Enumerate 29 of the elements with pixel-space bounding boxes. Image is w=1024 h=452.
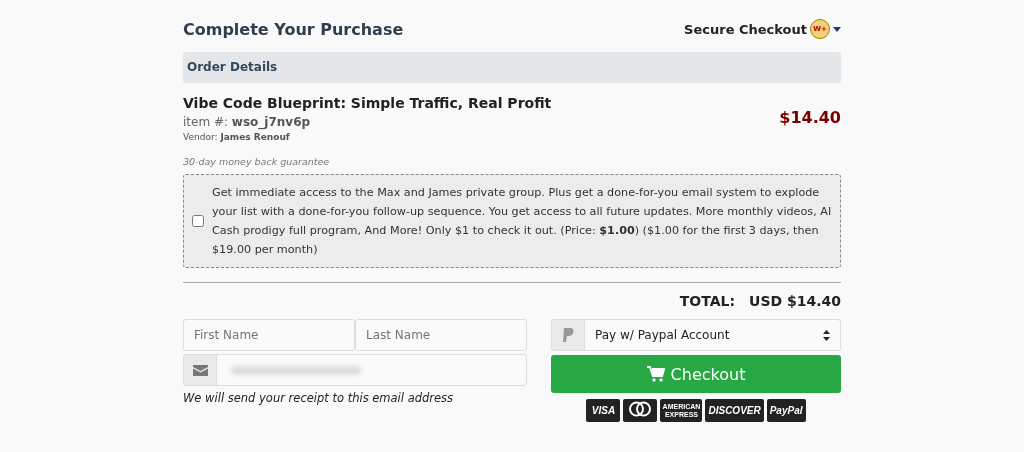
guarantee-note: 30-day money back guarantee — [183, 156, 331, 167]
total-label: TOTAL: — [679, 293, 735, 309]
checkout-button[interactable]: Checkout — [551, 355, 841, 393]
product-name: Vibe Code Blueprint: Simple Traffic, Real Profit — [183, 94, 552, 113]
cart-icon — [646, 366, 665, 382]
price: $14.40 — [779, 108, 841, 127]
envelope-icon — [192, 364, 208, 376]
last-name-field[interactable]: Last Name — [355, 319, 527, 351]
item-id: wso_j7nv6p — [231, 115, 311, 129]
vendor-label: Vendor: — [183, 132, 218, 142]
upsell-checkbox[interactable] — [192, 215, 204, 227]
select-arrows-icon[interactable] — [823, 329, 830, 341]
payment-select[interactable]: Pay w/ Paypal Account — [551, 319, 841, 351]
total-value: USD $14.40 — [749, 293, 841, 309]
card-logo: DISCOVER — [705, 399, 764, 422]
secure-label: Secure Checkout — [684, 21, 807, 37]
upsell-text: Get immediate access to the Max and James private group. Plus get a done-for-you email system to explode your list with a done-for-you follow-up sequence. You get access to all future updates. More monthly videos, AI Cash prodigy full program, And More! Only $1 to check it out. (Price: $1.00) ($1.00 for the first 3 days, then $19.00 per month) — [212, 185, 833, 258]
email-note: We will send your receipt to this email address — [183, 391, 455, 405]
paypal-icon — [562, 328, 574, 342]
item-label: item #: — [183, 115, 229, 129]
vendor-name: James Renouf — [220, 132, 290, 142]
card-logo: PayPal — [766, 399, 806, 422]
first-name-field[interactable]: First Name — [183, 319, 355, 351]
section-header: Order Details — [183, 52, 841, 83]
card-logo: VISA — [586, 399, 621, 422]
page-title: Complete Your Purchase — [183, 19, 404, 39]
caret-icon[interactable] — [833, 26, 841, 32]
card-circles-icon — [623, 399, 658, 422]
email-field[interactable] — [183, 354, 527, 386]
